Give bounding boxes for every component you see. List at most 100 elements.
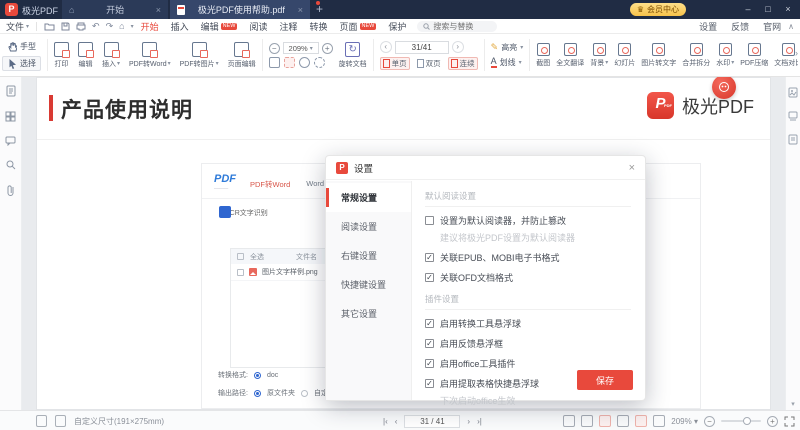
toolbar-tool-button[interactable]: 合并拆分 ▾ (682, 43, 710, 68)
rotate-document-button[interactable]: ↻ 旋转文档 (339, 42, 367, 69)
hand-tool-button[interactable]: 手型 (2, 39, 41, 54)
previous-page-button[interactable]: ‹ (395, 417, 398, 426)
page-indicator-input[interactable]: 31/41 (395, 41, 449, 54)
zoom-level[interactable]: 209% ▾ (671, 417, 698, 426)
checkbox[interactable] (425, 359, 434, 368)
menu-tab[interactable]: 阅读 (249, 18, 267, 35)
toolbar-button[interactable]: PDF转图片 ▾ (180, 42, 219, 69)
toolbar-tool-button[interactable]: 图片转文字 ▾ (641, 43, 676, 68)
settings-option[interactable]: 关联EPUB、MOBI电子书格式 (425, 251, 631, 264)
close-tab-icon[interactable]: × (298, 5, 303, 15)
menu-tab[interactable]: 开始 (141, 18, 159, 35)
maximize-button[interactable]: □ (758, 0, 778, 19)
save-button[interactable]: 保存 (577, 370, 633, 390)
page-indicator-input[interactable]: 31 / 41 (404, 415, 460, 428)
tab-home[interactable]: ⌂ 开始 × (62, 0, 168, 19)
checkbox[interactable] (425, 216, 434, 225)
image-tool-icon[interactable] (788, 87, 798, 98)
settings-option[interactable]: 启用反馈悬浮框 (425, 337, 631, 350)
menu-link[interactable]: 设置 (699, 20, 717, 33)
last-page-button[interactable]: ›| (477, 417, 482, 426)
actual-size-icon[interactable] (269, 57, 280, 68)
zoom-in-button[interactable]: + (322, 43, 333, 54)
minimize-button[interactable]: – (738, 0, 758, 19)
checkbox[interactable] (425, 253, 434, 262)
next-page-button[interactable]: › (467, 417, 470, 426)
menu-tab[interactable]: 插入 (171, 18, 189, 35)
close-button[interactable]: × (778, 0, 798, 19)
zoom-slider-knob[interactable] (743, 417, 751, 425)
settings-option[interactable]: 关联OFD文档格式 (425, 271, 631, 284)
checkbox[interactable] (425, 379, 434, 388)
toolbar-button[interactable]: 编辑 ▾ (78, 42, 93, 69)
next-page-button[interactable]: › (452, 41, 464, 53)
lasso-icon[interactable] (299, 57, 310, 68)
menu-link[interactable]: 官网 (763, 20, 781, 33)
toolbar-tool-button[interactable]: 全文翻译 ▾ (556, 43, 584, 68)
settings-option[interactable]: 启用转换工具悬浮球 (425, 317, 631, 330)
checkbox[interactable] (425, 319, 434, 328)
thumbnail-panel-icon[interactable] (6, 85, 16, 97)
settings-option[interactable]: 建议将极光PDF设置为默认阅读器 (425, 231, 631, 244)
settings-nav-item[interactable]: 常规设置 (326, 183, 411, 212)
collapse-ribbon-icon[interactable]: ∧ (788, 22, 794, 31)
settings-nav-item[interactable]: 其它设置 (326, 299, 411, 328)
properties-panel-icon[interactable] (788, 134, 798, 145)
file-menu[interactable]: 文件▾ (6, 20, 29, 33)
close-tab-icon[interactable]: × (156, 5, 161, 15)
settings-nav-item[interactable]: 右键设置 (326, 241, 411, 270)
member-center-button[interactable]: ♛ 会员中心 (630, 3, 686, 16)
view-mode-button[interactable]: 双页 (414, 57, 444, 70)
menu-tab[interactable]: 页面 NEW (340, 18, 377, 35)
menu-link[interactable]: 反馈 (731, 20, 749, 33)
toolbar-overflow-chevron[interactable]: › (795, 48, 798, 58)
menu-tab[interactable]: 保护 (388, 18, 406, 35)
select-tool-button[interactable]: 选择 (2, 56, 41, 71)
zoom-out-button[interactable]: − (704, 416, 715, 427)
continuous-view-icon[interactable] (599, 415, 611, 427)
open-folder-icon[interactable] (44, 22, 55, 31)
settings-nav-item[interactable]: 阅读设置 (326, 212, 411, 241)
settings-nav-item[interactable]: 快捷键设置 (326, 270, 411, 299)
tab-document[interactable]: 极光PDF使用帮助.pdf × (170, 0, 310, 19)
menu-tab[interactable]: 编辑 NEW (201, 18, 238, 35)
close-icon[interactable]: × (629, 162, 635, 174)
zoom-level[interactable]: 209%▾ (283, 42, 319, 54)
toolbar-button[interactable]: PDF转Word ▾ (129, 42, 171, 69)
toolbar-tool-button[interactable]: 水印 ▾ (716, 43, 734, 68)
toolbar-tool-button[interactable]: 幻灯片 ▾ (614, 43, 635, 68)
book-view-icon[interactable] (581, 415, 593, 427)
redo-icon[interactable]: ↷ (106, 21, 114, 32)
attachment-panel-icon[interactable] (6, 184, 15, 196)
zoom-out-button[interactable]: − (269, 43, 280, 54)
comment-panel-icon[interactable] (5, 136, 16, 146)
toolbar-button[interactable]: 插入 ▾ (102, 42, 120, 69)
stamp-tool-icon[interactable] (788, 111, 798, 121)
single-page-view-icon[interactable] (563, 415, 575, 427)
view-mode-button[interactable]: 连续 (448, 57, 478, 70)
toolbar-button[interactable]: 打印 ▾ (54, 42, 69, 69)
fullscreen-icon[interactable] (784, 416, 795, 427)
home-icon[interactable]: ⌂ (119, 21, 124, 31)
settings-option[interactable]: 设置为默认阅读器，并防止篡改 (425, 214, 631, 227)
view-mode-button[interactable]: 单页 (380, 57, 410, 70)
search-box[interactable] (417, 21, 497, 32)
chevron-down-icon[interactable]: ▾ (131, 23, 134, 30)
undo-icon[interactable]: ↶ (92, 21, 100, 32)
search-panel-icon[interactable] (6, 160, 16, 170)
fit-page-icon[interactable] (36, 415, 47, 427)
fit-view-icon[interactable] (635, 415, 647, 427)
previous-page-button[interactable]: ‹ (380, 41, 392, 53)
highlight-button[interactable]: ✎ 高亮 ▾ (491, 42, 524, 53)
menu-tab[interactable]: 转换 (310, 18, 328, 35)
search-input[interactable] (433, 22, 491, 31)
bookmark-grid-icon[interactable] (5, 111, 16, 122)
toolbar-tool-button[interactable]: 背景 ▾ (590, 43, 608, 68)
settings-option[interactable]: 下次启动office生效 (425, 394, 631, 407)
toolbar-tool-button[interactable]: PDF压缩 ▾ (740, 43, 768, 68)
save-icon[interactable] (61, 22, 70, 31)
scrollbar-down-icon[interactable]: ▾ (791, 400, 795, 408)
toolbar-tool-button[interactable]: 截图 ▾ (536, 43, 550, 68)
menu-tab[interactable]: 注释 (279, 18, 297, 35)
underline-button[interactable]: A 划线 ▾ (491, 57, 524, 68)
